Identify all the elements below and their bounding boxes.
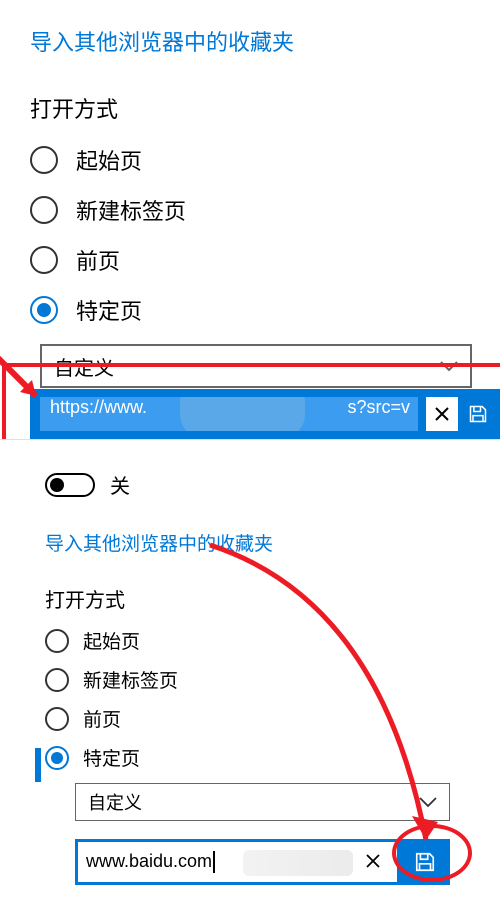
toggle-switch[interactable] bbox=[45, 473, 95, 497]
save-icon bbox=[468, 404, 488, 424]
toggle-label: 关 bbox=[110, 470, 130, 499]
radio-icon bbox=[30, 246, 58, 274]
radio-label: 起始页 bbox=[76, 144, 142, 176]
url-input[interactable]: www.baidu.com bbox=[75, 839, 400, 885]
radio-label: 特定页 bbox=[76, 294, 142, 326]
radio-icon bbox=[45, 746, 69, 770]
selection-indicator-bar bbox=[35, 748, 41, 782]
url-entry-row: www.baidu.com bbox=[75, 839, 450, 885]
clear-url-button[interactable] bbox=[426, 397, 458, 431]
settings-panel-top: 导入其他浏览器中的收藏夹 打开方式 起始页 新建标签页 前页 特定页 自定义 h… bbox=[0, 0, 500, 440]
import-favorites-link[interactable]: 导入其他浏览器中的收藏夹 bbox=[30, 25, 470, 57]
text-cursor-icon bbox=[213, 851, 215, 873]
toggle-row: 关 bbox=[45, 470, 450, 499]
radio-specific-page[interactable]: 特定页 bbox=[30, 294, 470, 326]
url-suffix: s?src=v bbox=[347, 397, 410, 418]
url-text: www.baidu.com bbox=[86, 851, 215, 873]
radio-icon bbox=[45, 629, 69, 653]
chevron-down-icon bbox=[419, 797, 437, 807]
radio-specific-page[interactable]: 特定页 bbox=[45, 744, 450, 771]
radio-label: 特定页 bbox=[83, 744, 140, 771]
select-value: 自定义 bbox=[88, 789, 142, 815]
url-input[interactable]: https://www. s?src=v bbox=[40, 397, 418, 431]
radio-new-tab[interactable]: 新建标签页 bbox=[45, 666, 450, 693]
redaction-overlay bbox=[243, 850, 353, 876]
radio-start-page[interactable]: 起始页 bbox=[30, 144, 470, 176]
radio-new-tab[interactable]: 新建标签页 bbox=[30, 194, 470, 226]
radio-label: 前页 bbox=[83, 705, 121, 732]
radio-previous-page[interactable]: 前页 bbox=[30, 244, 470, 276]
radio-label: 前页 bbox=[76, 244, 120, 276]
radio-label: 新建标签页 bbox=[76, 194, 186, 226]
redaction-overlay bbox=[180, 397, 305, 431]
radio-label: 新建标签页 bbox=[83, 666, 178, 693]
page-type-select[interactable]: 自定义 bbox=[75, 783, 450, 821]
save-icon bbox=[414, 851, 436, 873]
radio-previous-page[interactable]: 前页 bbox=[45, 705, 450, 732]
radio-icon bbox=[30, 146, 58, 174]
radio-icon bbox=[30, 296, 58, 324]
import-favorites-link[interactable]: 导入其他浏览器中的收藏夹 bbox=[45, 529, 450, 556]
clear-url-button[interactable] bbox=[357, 849, 389, 875]
radio-label: 起始页 bbox=[83, 627, 140, 654]
url-entry-bar: https://www. s?src=v bbox=[30, 389, 500, 439]
close-icon bbox=[434, 406, 450, 422]
radio-icon bbox=[45, 668, 69, 692]
radio-icon bbox=[45, 707, 69, 731]
close-icon bbox=[365, 853, 381, 869]
open-with-title: 打开方式 bbox=[45, 584, 450, 613]
url-text: https://www. bbox=[50, 397, 147, 417]
open-with-title: 打开方式 bbox=[30, 92, 470, 124]
toggle-knob-icon bbox=[50, 478, 64, 492]
save-url-button[interactable] bbox=[400, 839, 450, 885]
radio-icon bbox=[30, 196, 58, 224]
save-url-button[interactable] bbox=[466, 397, 490, 431]
settings-panel-bottom: 关 导入其他浏览器中的收藏夹 打开方式 起始页 新建标签页 前页 特定页 自定义 bbox=[0, 440, 500, 910]
radio-start-page[interactable]: 起始页 bbox=[45, 627, 450, 654]
